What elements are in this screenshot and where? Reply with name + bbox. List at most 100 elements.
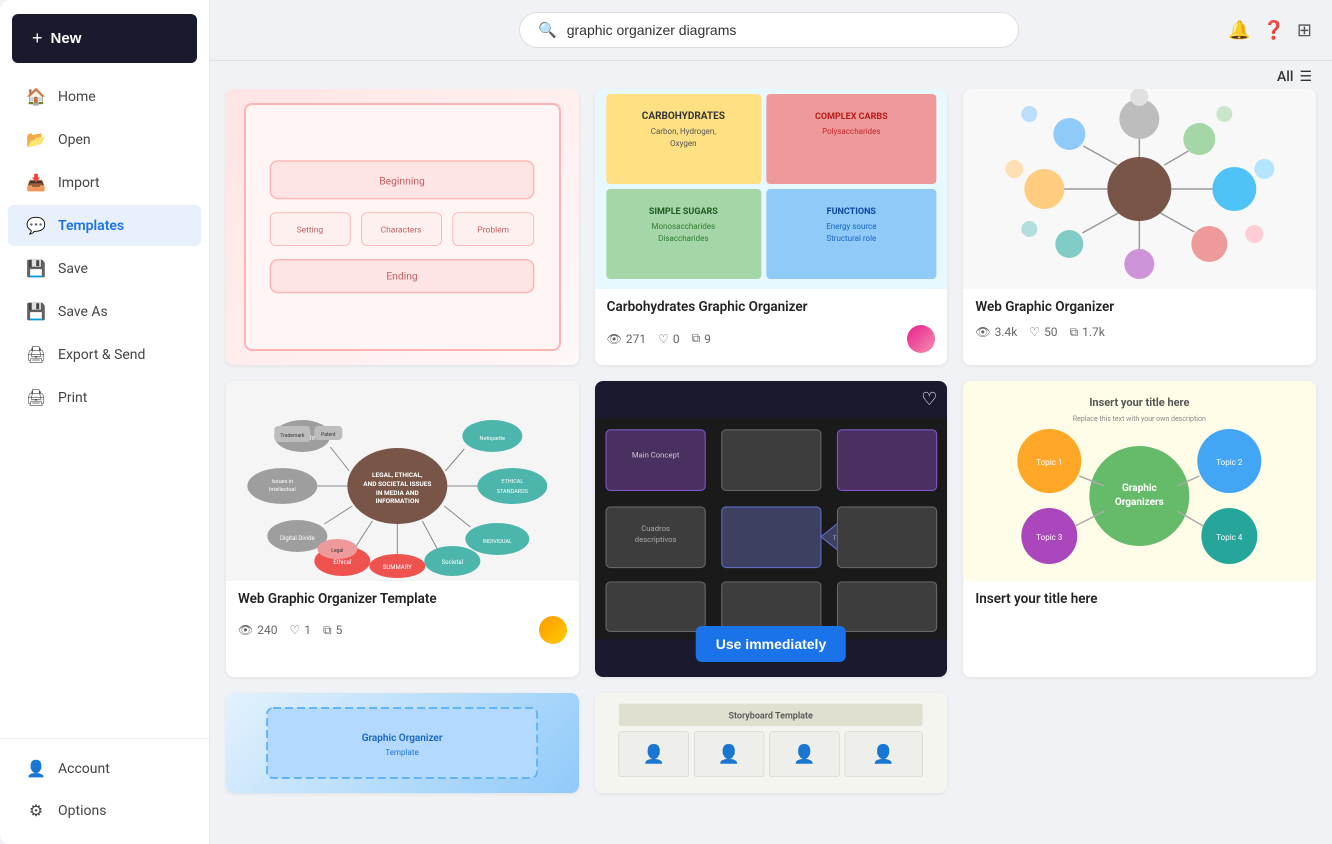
open-icon: 📂 xyxy=(26,130,46,149)
apps-icon[interactable]: ⊞ xyxy=(1297,20,1312,41)
storyboard-thumb: Storyboard Template 👤 👤 👤 👤 xyxy=(595,693,948,793)
eye-icon: 👁 xyxy=(238,623,253,637)
copy-icon: ⧉ xyxy=(692,331,701,346)
templates-grid: Beginning Setting Characters Problem End… xyxy=(210,89,1332,844)
copy-icon: ⧉ xyxy=(1070,325,1079,340)
home-label: Home xyxy=(58,89,96,105)
template-card-graphic-organizers[interactable]: Main Concept Cuadros descriptivos TEMAS … xyxy=(595,381,948,677)
svg-text:Storyboard Template: Storyboard Template xyxy=(729,711,814,721)
sidebar-item-export[interactable]: 🖨 Export & Send xyxy=(8,334,201,375)
sidebar-item-save-as[interactable]: 💾 Save As xyxy=(8,291,201,332)
svg-text:Graphic: Graphic xyxy=(1122,483,1157,494)
new-label: New xyxy=(51,30,82,47)
stats-row-web-large: 👁 3.4k ♡ 50 ⧉ 1.7k xyxy=(975,325,1304,340)
account-label: Account xyxy=(58,761,110,777)
sidebar-bottom: 👤 Account ⚙ Options xyxy=(0,738,209,844)
svg-text:Issues in: Issues in xyxy=(271,479,293,485)
options-icon: ⚙ xyxy=(26,801,46,820)
templates-icon: 💬 xyxy=(26,216,46,235)
filter-all-button[interactable]: All ☰ xyxy=(1277,69,1312,85)
template-card-carbohydrates[interactable]: CARBOHYDRATES Carbon, Hydrogen, Oxygen S… xyxy=(595,89,948,365)
copies-count: 1.7k xyxy=(1082,325,1105,339)
mindmap-svg: LEGAL, ETHICAL, AND SOCIETAL ISSUES IN M… xyxy=(226,381,579,581)
save-label: Save xyxy=(58,261,88,277)
svg-text:Beginning: Beginning xyxy=(379,174,425,187)
template-card-partial-blue[interactable]: Graphic Organizer Template xyxy=(226,693,579,793)
heart-icon: ♡ xyxy=(289,623,300,637)
import-label: Import xyxy=(58,175,100,191)
favorite-heart-icon[interactable]: ♡ xyxy=(921,389,937,410)
sidebar-nav: 🏠 Home 📂 Open 📥 Import 💬 Templates 💾 Sav… xyxy=(0,71,209,738)
svg-text:Intellectual: Intellectual xyxy=(269,487,296,493)
plus-icon: + xyxy=(32,28,43,49)
svg-text:SUMMARY: SUMMARY xyxy=(383,564,412,571)
account-icon: 👤 xyxy=(26,759,46,778)
svg-text:Characters: Characters xyxy=(381,225,422,235)
save-as-icon: 💾 xyxy=(26,302,46,321)
svg-text:Problem: Problem xyxy=(478,225,510,235)
svg-text:Ending: Ending xyxy=(387,269,419,282)
template-title-insert: Insert your title here xyxy=(975,591,1304,609)
copies-stat: ⧉ 1.7k xyxy=(1070,325,1105,340)
copies-stat: ⧉ 9 xyxy=(692,331,711,346)
sidebar-item-open[interactable]: 📂 Open xyxy=(8,119,201,160)
svg-text:Graphic Organizer: Graphic Organizer xyxy=(362,733,443,744)
svg-text:Cuadros: Cuadros xyxy=(641,524,670,533)
views-count: 240 xyxy=(257,623,277,637)
personal-narrative-preview: Beginning Setting Characters Problem End… xyxy=(244,103,561,351)
partial-blue-svg: Graphic Organizer Template xyxy=(261,703,543,783)
views-count: 3.4k xyxy=(995,325,1018,339)
svg-text:Carbon, Hydrogen,: Carbon, Hydrogen, xyxy=(650,127,716,136)
svg-text:COMPLEX CARBS: COMPLEX CARBS xyxy=(815,112,888,122)
svg-text:👤: 👤 xyxy=(794,742,816,764)
partial-blue-thumb: Graphic Organizer Template xyxy=(226,693,579,793)
template-thumb-dark: Main Concept Cuadros descriptivos TEMAS … xyxy=(595,381,948,677)
template-card-personal-narratives[interactable]: Beginning Setting Characters Problem End… xyxy=(226,89,579,365)
likes-count: 1 xyxy=(304,623,311,637)
svg-text:INDIVIDUAL: INDIVIDUAL xyxy=(483,539,512,545)
sidebar-item-import[interactable]: 📥 Import xyxy=(8,162,201,203)
template-info-carbo: Carbohydrates Graphic Organizer 👁 271 ♡ … xyxy=(595,289,948,365)
new-button[interactable]: + New xyxy=(12,14,197,63)
search-input[interactable] xyxy=(567,22,1000,38)
svg-text:Disaccharides: Disaccharides xyxy=(658,234,708,243)
storyboard-svg: Storyboard Template 👤 👤 👤 👤 xyxy=(612,698,929,788)
template-stats-web-large: 👁 3.4k ♡ 50 ⧉ 1.7k xyxy=(975,325,1105,340)
template-card-storyboard[interactable]: Storyboard Template 👤 👤 👤 👤 xyxy=(595,693,948,793)
heart-icon: ♡ xyxy=(658,332,669,346)
print-label: Print xyxy=(58,390,87,406)
sidebar-item-account[interactable]: 👤 Account xyxy=(8,748,201,789)
likes-stat: ♡ 0 xyxy=(658,332,680,346)
likes-count: 50 xyxy=(1044,325,1058,339)
template-card-web-large[interactable]: Web Graphic Organizer 👁 3.4k ♡ 50 ⧉ xyxy=(963,89,1316,365)
sidebar-item-options[interactable]: ⚙ Options xyxy=(8,790,201,831)
views-stat: 👁 3.4k xyxy=(975,325,1017,339)
svg-text:Polysaccharides: Polysaccharides xyxy=(822,127,880,136)
template-info-insert: Insert your title here xyxy=(963,581,1316,629)
search-bar[interactable]: 🔍 xyxy=(519,12,1019,48)
filter-bar: All ☰ xyxy=(210,61,1332,89)
help-icon[interactable]: ❓ xyxy=(1262,20,1284,41)
template-title-web-large: Web Graphic Organizer xyxy=(975,299,1304,317)
sidebar-item-save[interactable]: 💾 Save xyxy=(8,248,201,289)
svg-text:Insert your title here: Insert your title here xyxy=(1090,396,1190,409)
copies-count: 9 xyxy=(704,332,711,346)
author-avatar-mindmap xyxy=(539,616,567,644)
sidebar-item-home[interactable]: 🏠 Home xyxy=(8,76,201,117)
svg-text:Replace this text with your ow: Replace this text with your own descript… xyxy=(1073,415,1206,423)
filter-menu-icon: ☰ xyxy=(1299,69,1312,85)
template-card-insert-title[interactable]: Insert your title here Replace this text… xyxy=(963,381,1316,677)
template-thumb-web-large xyxy=(963,89,1316,289)
sidebar-item-print[interactable]: 🖨 Print xyxy=(8,377,201,418)
notification-icon[interactable]: 🔔 xyxy=(1228,20,1250,41)
svg-text:Patent: Patent xyxy=(321,432,336,438)
svg-text:FUNCTIONS: FUNCTIONS xyxy=(826,207,876,217)
use-immediately-button[interactable]: Use immediately xyxy=(696,626,847,662)
template-thumb-mindmap: LEGAL, ETHICAL, AND SOCIETAL ISSUES IN M… xyxy=(226,381,579,581)
sidebar-item-templates[interactable]: 💬 Templates xyxy=(8,205,201,246)
template-card-web-template[interactable]: LEGAL, ETHICAL, AND SOCIETAL ISSUES IN M… xyxy=(226,381,579,677)
svg-text:👤: 👤 xyxy=(872,742,894,764)
svg-text:Energy source: Energy source xyxy=(826,222,876,231)
views-stat: 👁 240 xyxy=(238,623,277,637)
save-icon: 💾 xyxy=(26,259,46,278)
